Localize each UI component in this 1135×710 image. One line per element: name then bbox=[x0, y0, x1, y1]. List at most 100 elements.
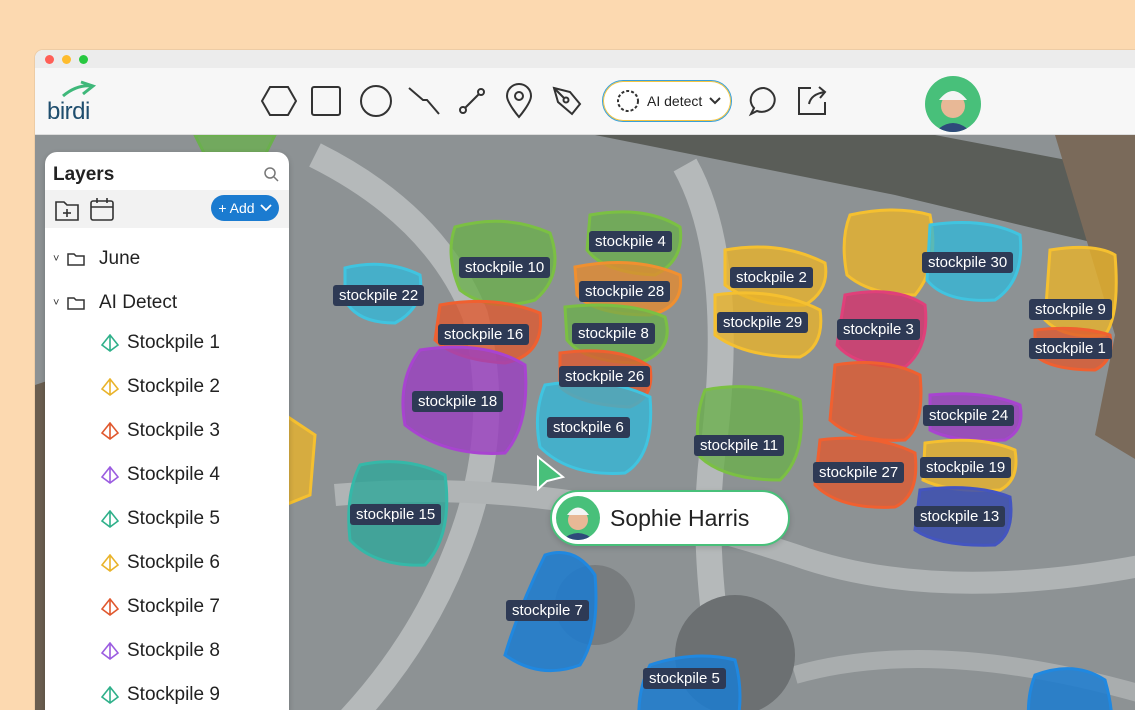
birdi-logo[interactable]: birdi bbox=[47, 80, 107, 125]
logo-mark-icon bbox=[62, 80, 97, 98]
layer-item-stockpile-1[interactable]: Stockpile 1 bbox=[101, 328, 220, 358]
chevron-down-icon[interactable]: ˅ bbox=[53, 297, 61, 309]
minimize-window-button[interactable] bbox=[62, 55, 71, 64]
user-avatar[interactable] bbox=[925, 76, 981, 132]
layer-item-stockpile-7[interactable]: Stockpile 7 bbox=[101, 592, 220, 622]
collaborator-avatar-image bbox=[562, 507, 594, 540]
stockpile-9-shape bbox=[1043, 245, 1118, 338]
ai-detect-button[interactable]: AI detect bbox=[602, 80, 732, 122]
map-label-stockpile-4[interactable]: stockpile 4 bbox=[589, 231, 672, 252]
map-label-stockpile-16[interactable]: stockpile 16 bbox=[438, 324, 530, 345]
map-label-stockpile-3[interactable]: stockpile 3 bbox=[837, 319, 920, 340]
map-label-stockpile-24[interactable]: stockpile 24 bbox=[923, 405, 1015, 426]
measure-icon bbox=[459, 88, 485, 114]
map-label-stockpile-18[interactable]: stockpile 18 bbox=[412, 391, 504, 412]
stockpile-icon bbox=[101, 510, 119, 528]
share-icon bbox=[798, 86, 827, 115]
map-label-stockpile-1[interactable]: stockpile 1 bbox=[1029, 338, 1112, 359]
layer-group-ai-detect[interactable]: ˅ AI Detect bbox=[53, 288, 177, 318]
stockpile-icon bbox=[101, 378, 119, 396]
title-bar bbox=[35, 50, 1135, 68]
layer-group-june[interactable]: ˅ June bbox=[53, 244, 140, 274]
layer-item-stockpile-8[interactable]: Stockpile 8 bbox=[101, 636, 220, 666]
hexagon-tool[interactable] bbox=[260, 82, 298, 120]
map-label-stockpile-5[interactable]: stockpile 5 bbox=[643, 668, 726, 689]
chevron-down-icon bbox=[709, 97, 721, 105]
comment-icon bbox=[748, 86, 776, 117]
map-canvas[interactable]: stockpile 10 stockpile 4 stockpile 28 st… bbox=[35, 135, 1135, 710]
circle-tool[interactable] bbox=[357, 82, 395, 120]
map-label-stockpile-2[interactable]: stockpile 2 bbox=[730, 267, 813, 288]
map-label-stockpile-13[interactable]: stockpile 13 bbox=[914, 506, 1006, 527]
folder-icon bbox=[67, 253, 85, 266]
user-avatar-image bbox=[935, 91, 971, 132]
layer-item-stockpile-2[interactable]: Stockpile 2 bbox=[101, 372, 220, 402]
layer-item-stockpile-3[interactable]: Stockpile 3 bbox=[101, 416, 220, 446]
layers-toolbar: + Add bbox=[45, 190, 289, 228]
stockpile-bottom-right-shape bbox=[1026, 667, 1113, 710]
ai-detect-icon bbox=[617, 90, 639, 112]
layer-item-label: Stockpile 8 bbox=[127, 640, 220, 661]
map-label-stockpile-6[interactable]: stockpile 6 bbox=[547, 417, 630, 438]
stockpile-center-right-shape bbox=[828, 361, 923, 442]
layers-panel: Layers + Add ˅ June ˅ AI Detect Stockpil… bbox=[45, 152, 289, 710]
search-icon[interactable] bbox=[263, 166, 279, 182]
collaborator-avatar bbox=[556, 496, 600, 540]
pen-icon bbox=[552, 86, 582, 116]
map-label-stockpile-8[interactable]: stockpile 8 bbox=[572, 323, 655, 344]
ai-detect-label: AI detect bbox=[647, 93, 703, 109]
pen-tool[interactable] bbox=[548, 82, 586, 120]
share-tool[interactable] bbox=[793, 82, 831, 120]
map-label-stockpile-11[interactable]: stockpile 11 bbox=[694, 435, 785, 456]
layer-item-stockpile-9[interactable]: Stockpile 9 bbox=[101, 680, 220, 710]
layer-item-label: Stockpile 2 bbox=[127, 376, 220, 397]
map-label-stockpile-28[interactable]: stockpile 28 bbox=[579, 281, 671, 302]
layer-item-stockpile-4[interactable]: Stockpile 4 bbox=[101, 460, 220, 490]
map-label-stockpile-19[interactable]: stockpile 19 bbox=[920, 457, 1012, 478]
line-tool[interactable] bbox=[405, 82, 443, 120]
map-label-stockpile-9[interactable]: stockpile 9 bbox=[1029, 299, 1112, 320]
app-window: birdi AI detect stockpile 10 stockpile 4… bbox=[35, 50, 1135, 710]
map-label-stockpile-10[interactable]: stockpile 10 bbox=[459, 257, 551, 278]
add-folder-icon[interactable] bbox=[54, 196, 80, 222]
pin-tool[interactable] bbox=[500, 82, 538, 120]
stockpile-icon bbox=[101, 554, 119, 572]
stockpile-icon bbox=[101, 466, 119, 484]
chevron-down-icon bbox=[259, 204, 272, 212]
layer-item-label: Stockpile 3 bbox=[127, 420, 220, 441]
map-label-stockpile-29[interactable]: stockpile 29 bbox=[717, 312, 809, 333]
layer-group-label: June bbox=[99, 248, 141, 269]
measure-tool[interactable] bbox=[453, 82, 491, 120]
circle-icon bbox=[360, 85, 392, 117]
layer-item-stockpile-6[interactable]: Stockpile 6 bbox=[101, 548, 220, 578]
folder-icon bbox=[67, 297, 85, 310]
close-window-button[interactable] bbox=[45, 55, 54, 64]
add-layer-button[interactable]: + Add bbox=[211, 195, 279, 221]
maximize-window-button[interactable] bbox=[79, 55, 88, 64]
add-layer-label: + Add bbox=[218, 200, 255, 216]
layer-group-label: AI Detect bbox=[99, 292, 178, 313]
comment-tool[interactable] bbox=[745, 82, 783, 120]
collaborator-cursor-icon bbox=[537, 455, 565, 492]
calendar-icon[interactable] bbox=[89, 196, 115, 222]
stockpile-icon bbox=[101, 598, 119, 616]
map-label-stockpile-15[interactable]: stockpile 15 bbox=[350, 504, 442, 525]
map-label-stockpile-30[interactable]: stockpile 30 bbox=[922, 252, 1014, 273]
layer-item-label: Stockpile 1 bbox=[127, 332, 220, 353]
map-label-stockpile-7[interactable]: stockpile 7 bbox=[506, 600, 589, 621]
map-label-stockpile-26[interactable]: stockpile 26 bbox=[559, 366, 651, 387]
map-label-stockpile-27[interactable]: stockpile 27 bbox=[813, 462, 905, 483]
rectangle-icon bbox=[311, 86, 341, 116]
chevron-down-icon[interactable]: ˅ bbox=[53, 253, 61, 265]
toolbar: birdi AI detect bbox=[35, 68, 1135, 135]
logo-text: birdi bbox=[47, 98, 90, 125]
stockpile-icon bbox=[101, 642, 119, 660]
collaborator-tag: Sophie Harris bbox=[550, 490, 790, 546]
map-pin-icon bbox=[505, 83, 533, 119]
layer-item-label: Stockpile 7 bbox=[127, 596, 220, 617]
layer-item-stockpile-5[interactable]: Stockpile 5 bbox=[101, 504, 220, 534]
hexagon-icon bbox=[261, 86, 297, 116]
rectangle-tool[interactable] bbox=[307, 82, 345, 120]
stockpile-icon bbox=[101, 686, 119, 704]
map-label-stockpile-22[interactable]: stockpile 22 bbox=[333, 285, 425, 306]
